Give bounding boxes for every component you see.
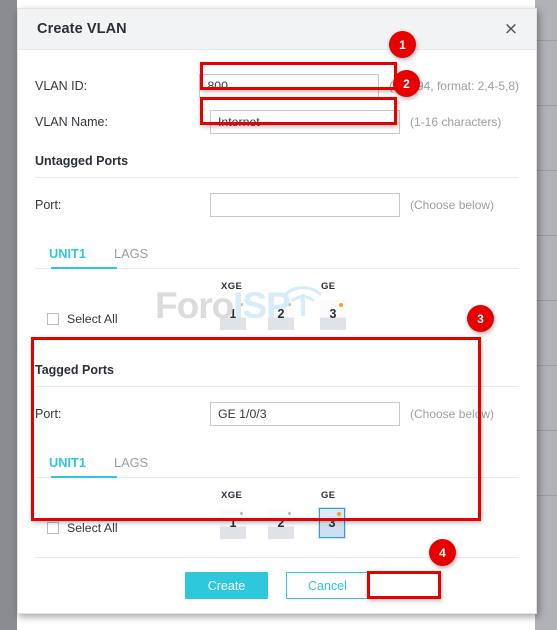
vlan-id-row: VLAN ID: 800 (2-4094, format: 2,4-5,8): [35, 68, 519, 104]
tagged-select-all[interactable]: Select All: [47, 521, 118, 535]
annotation-badge-4: 4: [429, 539, 456, 566]
untagged-tab-active-indicator: [51, 267, 117, 269]
tagged-port-2[interactable]: 2: [268, 509, 294, 539]
create-button[interactable]: Create: [185, 572, 268, 599]
tagged-group-label-xge: XGE: [221, 490, 243, 501]
untagged-port-2[interactable]: 2: [268, 300, 294, 330]
tagged-port-1[interactable]: 1: [220, 509, 246, 539]
background-right-strip: [535, 0, 557, 630]
tagged-port-3[interactable]: 3: [319, 508, 345, 538]
tagged-divider: [35, 386, 519, 387]
dialog-footer: Create Cancel: [18, 572, 536, 599]
untagged-select-all[interactable]: Select All: [47, 312, 118, 326]
annotation-badge-3: 3: [467, 305, 494, 332]
untagged-tab-unit1[interactable]: UNIT1: [35, 246, 100, 269]
tagged-port-row: Port: GE 1/0/3 (Choose below): [35, 396, 519, 432]
untagged-port-3[interactable]: 3: [320, 300, 346, 330]
vlan-id-label: VLAN ID:: [35, 79, 88, 93]
untagged-tabs: UNIT1 LAGS: [35, 235, 519, 269]
dialog-title: Create VLAN: [37, 21, 127, 37]
untagged-port-input[interactable]: [210, 193, 400, 217]
port-led-icon: [337, 512, 341, 516]
untagged-group-label-xge: XGE: [221, 281, 243, 292]
tagged-tab-lags[interactable]: LAGS: [100, 455, 162, 478]
untagged-tab-lags[interactable]: LAGS: [100, 246, 162, 269]
vlan-id-input[interactable]: 800: [199, 74, 379, 98]
vlan-name-hint: (1-16 characters): [410, 115, 502, 129]
tagged-tab-active-indicator: [51, 476, 117, 478]
tagged-port-1-number: 1: [229, 516, 237, 530]
untagged-port-3-number: 3: [329, 307, 337, 321]
dialog-body: VLAN ID: 800 (2-4094, format: 2,4-5,8) V…: [18, 68, 536, 630]
untagged-select-all-label: Select All: [67, 312, 118, 326]
untagged-port-2-number: 2: [277, 307, 285, 321]
vlan-name-input[interactable]: Internet: [210, 110, 400, 134]
tagged-port-3-number: 3: [328, 516, 336, 530]
untagged-port-1[interactable]: 1: [220, 300, 246, 330]
untagged-ports-title: Untagged Ports: [35, 154, 129, 168]
untagged-port-hint: (Choose below): [410, 198, 495, 212]
tagged-port-input[interactable]: GE 1/0/3: [210, 402, 400, 426]
annotation-badge-2: 2: [393, 70, 420, 97]
port-led-icon: [288, 512, 291, 515]
tagged-ports-title: Tagged Ports: [35, 363, 114, 377]
tagged-group-label-ge: GE: [321, 490, 336, 501]
tagged-select-all-checkbox[interactable]: [47, 522, 59, 534]
untagged-port-map: XGE GE Select All 1 2 3: [35, 281, 519, 343]
tagged-port-2-number: 2: [277, 516, 285, 530]
port-led-icon: [288, 303, 291, 306]
close-icon[interactable]: ×: [500, 18, 522, 40]
tagged-tab-unit1[interactable]: UNIT1: [35, 455, 100, 478]
vlan-name-label: VLAN Name:: [35, 115, 108, 129]
vlan-name-row: VLAN Name: Internet (1-16 characters): [35, 104, 519, 140]
tagged-tabs: UNIT1 LAGS: [35, 444, 519, 478]
create-vlan-dialog: Create VLAN × VLAN ID: 800 (2-4094, form…: [17, 8, 537, 614]
port-led-icon: [240, 512, 243, 515]
tagged-port-label: Port:: [35, 407, 62, 421]
tagged-port-hint: (Choose below): [410, 407, 495, 421]
annotation-badge-1: 1: [389, 31, 416, 58]
cancel-button[interactable]: Cancel: [286, 572, 369, 599]
untagged-group-label-ge: GE: [321, 281, 336, 292]
untagged-port-row: Port: (Choose below): [35, 187, 519, 223]
tagged-select-all-label: Select All: [67, 521, 118, 535]
untagged-divider: [35, 177, 519, 178]
port-led-icon: [240, 303, 243, 306]
untagged-select-all-checkbox[interactable]: [47, 313, 59, 325]
dialog-header: Create VLAN ×: [18, 9, 536, 50]
port-led-icon: [339, 303, 343, 307]
untagged-port-1-number: 1: [229, 307, 237, 321]
untagged-port-label: Port:: [35, 198, 62, 212]
